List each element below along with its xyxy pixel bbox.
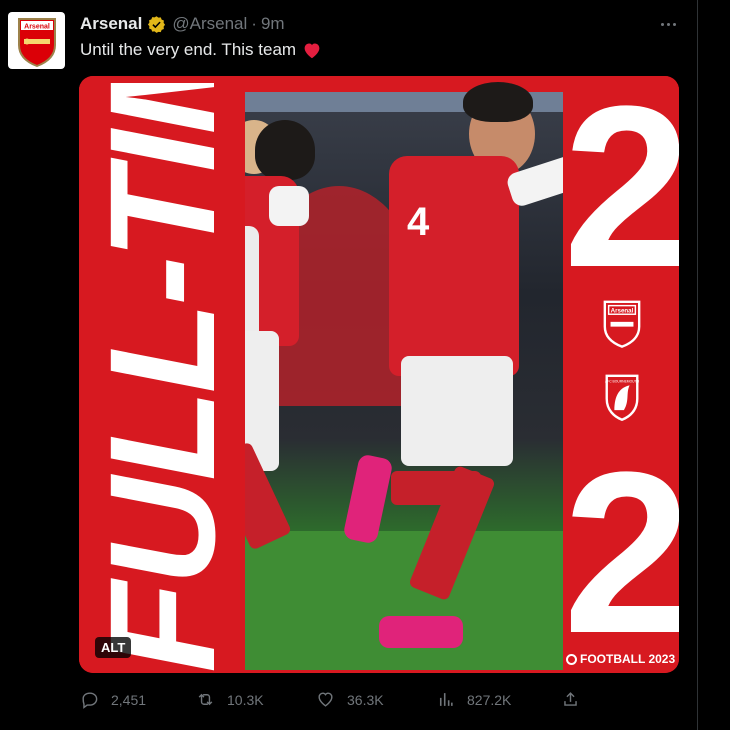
repost-button[interactable]: 10.3K	[196, 690, 264, 709]
reply-icon	[82, 692, 98, 709]
views-button[interactable]: 827.2K	[436, 690, 511, 709]
player-number-4: 4	[407, 200, 430, 244]
more-icon[interactable]	[657, 14, 679, 34]
arsenal-crest-outline-icon: Arsenal	[603, 300, 641, 348]
action-bar: 2,451 10.3K 36.3K 827.2K	[80, 690, 600, 714]
repost-count: 10.3K	[227, 691, 264, 708]
view-count: 827.2K	[467, 691, 512, 708]
alt-badge[interactable]: ALT	[95, 637, 132, 658]
pitch-grass	[245, 531, 563, 670]
bournemouth-crest-icon: AFC BOURNEMOUTH	[605, 374, 640, 421]
like-count: 36.3K	[347, 691, 384, 708]
verified-icon	[147, 15, 166, 34]
share-icon	[564, 692, 577, 706]
arsenal-crest-icon: Arsenal	[17, 17, 56, 67]
tweet-text: Until the very end. This team	[80, 40, 322, 60]
reply-count: 2,451	[111, 691, 147, 708]
timestamp[interactable]: 9m	[261, 14, 285, 34]
tweet-header: Arsenal @Arsenal · 9m	[80, 14, 285, 34]
efootball-brand: FOOTBALL 2023	[566, 652, 675, 666]
timeline-divider	[697, 0, 698, 730]
home-crest-label: Arsenal	[611, 307, 634, 314]
author-name[interactable]: Arsenal	[80, 14, 142, 34]
e-logo-icon	[566, 653, 577, 665]
tweet-text-content: Until the very end. This team	[80, 40, 297, 59]
brand-label: FOOTBALL 2023	[580, 652, 676, 666]
share-button[interactable]	[561, 690, 580, 709]
score-panel: 2 Arsenal AFC BOURNEMOUTH 2	[563, 76, 679, 673]
heart-icon	[318, 692, 333, 707]
red-heart-emoji-icon	[304, 43, 320, 59]
away-score: 2	[563, 424, 679, 673]
author-handle[interactable]: @Arsenal	[172, 14, 247, 34]
views-icon	[439, 693, 453, 706]
separator: ·	[251, 14, 257, 33]
repost-icon	[198, 693, 213, 706]
avatar[interactable]: Arsenal	[8, 12, 65, 69]
home-score: 2	[563, 76, 679, 315]
fulltime-headline: FULL-TIME	[83, 83, 241, 673]
reply-button[interactable]: 2,451	[80, 690, 146, 709]
like-button[interactable]: 36.3K	[316, 690, 384, 709]
away-crest-label: AFC BOURNEMOUTH	[605, 379, 640, 383]
avatar-label: Arsenal	[24, 23, 50, 30]
tweet-media[interactable]: 24 4 FULL-TIME 2 Arsenal AFC BOURNEMOU	[79, 76, 679, 673]
